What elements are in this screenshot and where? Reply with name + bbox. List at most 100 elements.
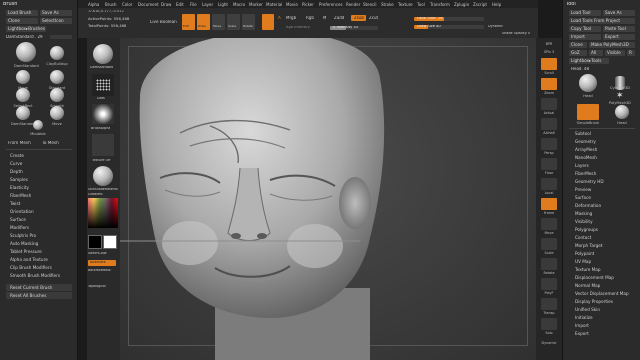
menu-render[interactable]: Render	[346, 2, 360, 7]
load-brush-button[interactable]: Load Brush	[6, 10, 38, 16]
texture-icon[interactable]	[92, 134, 114, 156]
copy-tool-button[interactable]: Copy Tool	[569, 26, 601, 32]
tool-menu-import[interactable]: Import	[575, 323, 589, 328]
menu-movie[interactable]: Movie	[286, 2, 298, 7]
tool-menu-arraymesh[interactable]: ArrayMesh	[575, 147, 597, 152]
scale-icon[interactable]	[541, 238, 557, 250]
menu-tablet-pressure[interactable]: Tablet Pressure	[10, 249, 42, 254]
move-button[interactable]: Move	[212, 14, 225, 30]
brush-thumb-selectrect[interactable]	[16, 88, 30, 102]
menu-material[interactable]: Material	[266, 2, 282, 7]
menu-preferences[interactable]: Preferences	[319, 2, 343, 7]
clone-button[interactable]: Clone	[6, 18, 38, 24]
solo-icon[interactable]	[541, 318, 557, 330]
aahalf-icon[interactable]	[541, 118, 557, 130]
tool-menu-contact[interactable]: Contact	[575, 235, 591, 240]
menu-color[interactable]: Color	[122, 2, 132, 7]
tool-menu-layers[interactable]: Layers	[575, 163, 589, 168]
floor-icon[interactable]	[541, 158, 557, 170]
tool-thumb-simplebrush[interactable]	[577, 104, 599, 120]
menu-fibermesh[interactable]: FiberMesh	[10, 193, 31, 198]
visible-button[interactable]: Visible	[605, 50, 625, 56]
menu-file[interactable]: File	[190, 2, 197, 7]
load-tool-button[interactable]: Load Tool	[569, 10, 601, 16]
tool-menu-texture-map[interactable]: Texture Map	[575, 267, 601, 272]
backface-mask-button[interactable]: BackfaceMask	[88, 269, 111, 272]
frame-icon[interactable]	[541, 198, 557, 210]
menu-texture[interactable]: Texture	[398, 2, 413, 7]
live-boolean-toggle[interactable]: Live Boolean	[150, 20, 177, 24]
polyf-icon[interactable]	[541, 278, 557, 290]
brush-thumb-move[interactable]	[16, 70, 30, 84]
menu-depth[interactable]: Depth	[10, 169, 23, 174]
paste-tool-button[interactable]: Paste Tool	[603, 26, 635, 32]
menu-curve[interactable]: Curve	[10, 161, 22, 166]
menu-zplugin[interactable]: Zplugin	[454, 2, 469, 7]
move-icon[interactable]	[541, 218, 557, 230]
edit-button[interactable]: Edit	[182, 14, 195, 30]
menu-samples[interactable]: Samples	[10, 177, 28, 182]
alternate-button[interactable]: Alternate	[88, 260, 116, 266]
color-picker[interactable]	[88, 198, 118, 228]
zcut-button[interactable]: Zcut	[369, 16, 378, 20]
tool-menu-nanomesh[interactable]: NanoMesh	[575, 155, 597, 160]
tool-menu-unified-skin[interactable]: Unified Skin	[575, 307, 600, 312]
menu-stencil[interactable]: Stencil	[363, 2, 377, 7]
menu-layer[interactable]: Layer	[202, 2, 213, 7]
menu-elasticity[interactable]: Elasticity	[10, 185, 29, 190]
tool-menu-polygroups[interactable]: Polygroups	[575, 227, 598, 232]
m-button[interactable]: M	[323, 16, 326, 20]
tool-menu-geometry[interactable]: Geometry	[575, 139, 596, 144]
tool-menu-normal-map[interactable]: Normal Map	[575, 283, 600, 288]
tool-menu-fibermesh[interactable]: FiberMesh	[575, 171, 596, 176]
menu-alpha[interactable]: Alpha	[88, 2, 99, 7]
tool-menu-preview[interactable]: Preview	[575, 187, 591, 192]
rotate-button[interactable]: Rotate	[242, 14, 255, 30]
menu-draw[interactable]: Draw	[161, 2, 171, 7]
goz-button[interactable]: GoZ	[569, 50, 587, 56]
to-mesh-button[interactable]: To Mesh	[42, 141, 59, 145]
tool-menu-deformation[interactable]: Deformation	[575, 203, 601, 208]
transp-icon[interactable]	[541, 298, 557, 310]
export-button[interactable]: Export	[603, 34, 635, 40]
current-brush-icon[interactable]	[93, 44, 113, 64]
tool-menu-export[interactable]: Export	[575, 331, 589, 336]
from-mesh-button[interactable]: From Mesh	[8, 141, 31, 145]
tool-menu-vector-displacement-map[interactable]: Vector Displacement Map	[575, 291, 629, 296]
mrgb-button[interactable]: Mrgb	[286, 16, 296, 20]
scroll-icon[interactable]	[541, 58, 557, 70]
menu-tool[interactable]: Tool	[417, 2, 425, 7]
brush-thumb-damstandard-2[interactable]	[16, 106, 30, 120]
menu-brush[interactable]: Brush	[105, 2, 117, 7]
spix-slider[interactable]: SPix 3	[538, 50, 560, 54]
tool-menu-masking[interactable]: Masking	[575, 211, 592, 216]
tool-menu-uv-map[interactable]: UV Map	[575, 259, 591, 264]
local-icon[interactable]	[541, 178, 557, 190]
menu-orientation[interactable]: Orientation	[10, 209, 34, 214]
menu-modifiers[interactable]: Modifiers	[10, 225, 29, 230]
secondary-color-swatch[interactable]	[88, 235, 102, 249]
menu-create[interactable]: Create	[10, 153, 24, 158]
menu-sculptris-pro[interactable]: Sculptris Pro	[10, 233, 36, 238]
tool-menu-surface[interactable]: Surface	[575, 195, 591, 200]
menu-auto-masking[interactable]: Auto Masking	[10, 241, 38, 246]
actual-icon[interactable]	[541, 98, 557, 110]
brush-thumb-move-2[interactable]	[50, 106, 64, 120]
reset-current-brush-button[interactable]: Reset Current Brush	[6, 284, 72, 291]
sphere-material-icon[interactable]	[262, 14, 274, 30]
draw-size-slider[interactable]: Draw Size 40	[414, 25, 484, 29]
main-color-swatch[interactable]	[103, 235, 117, 249]
dynamic-toggle[interactable]: Dynamic	[488, 25, 503, 28]
menu-picker[interactable]: Picker	[302, 2, 314, 7]
make-polymesh3d-button[interactable]: Make PolyMesh3D	[589, 42, 635, 48]
menu-marker[interactable]: Marker	[249, 2, 263, 7]
brush-thumb-smooth[interactable]	[50, 88, 64, 102]
zsub-button[interactable]: Zsub	[351, 15, 366, 21]
stroke-dots-icon[interactable]	[92, 74, 114, 96]
menu-stroke[interactable]: Stroke	[381, 2, 394, 7]
brush-thumb-damstandard[interactable]	[16, 42, 36, 62]
save-as-button[interactable]: Save As	[40, 10, 72, 16]
material-icon[interactable]	[93, 166, 113, 186]
draw-button[interactable]: Draw	[197, 14, 210, 30]
alpha-icon[interactable]	[92, 104, 114, 124]
